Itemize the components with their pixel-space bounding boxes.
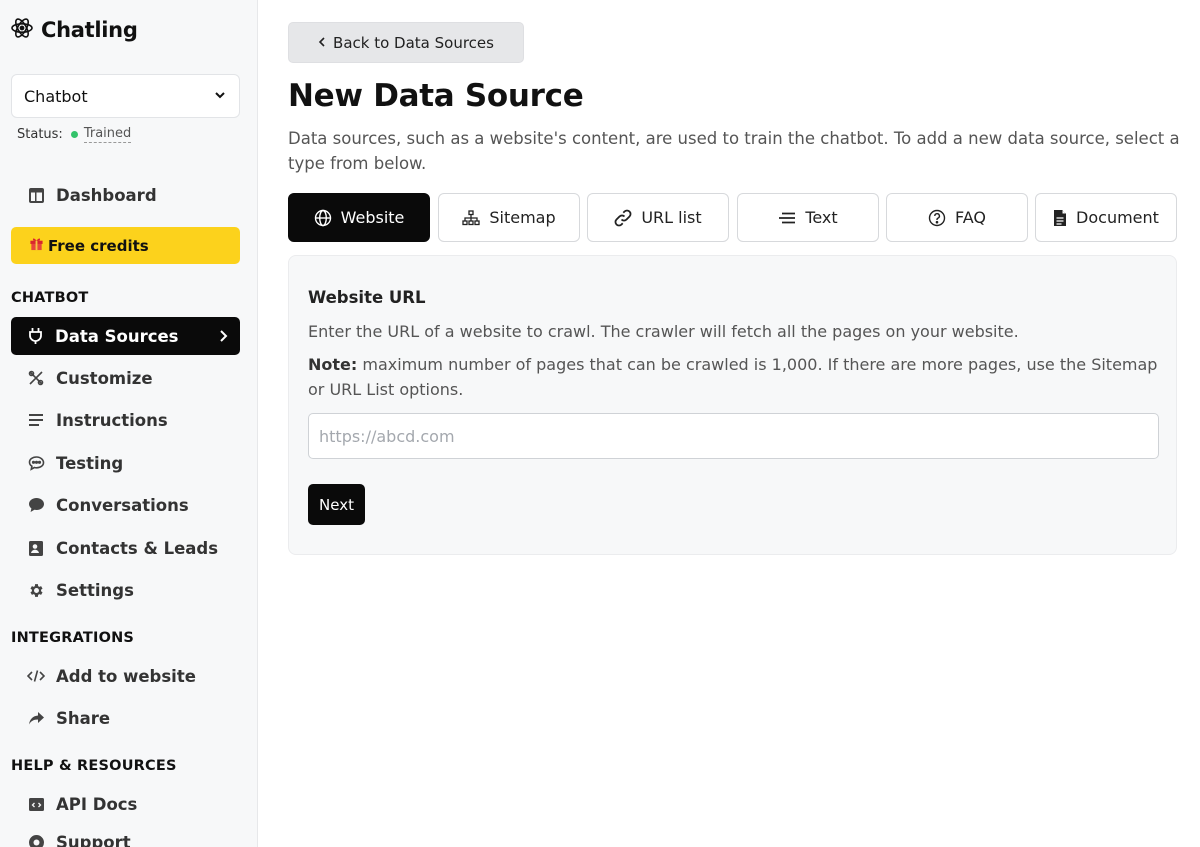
free-credits-label: Free credits bbox=[48, 236, 149, 255]
globe-icon bbox=[314, 209, 332, 227]
chevron-right-icon bbox=[218, 328, 228, 347]
nav-share[interactable]: Share bbox=[11, 699, 240, 737]
website-url-input[interactable] bbox=[308, 413, 1159, 459]
tab-website[interactable]: Website bbox=[288, 193, 430, 242]
plug-icon bbox=[26, 327, 44, 345]
brand[interactable]: Chatling bbox=[10, 16, 138, 44]
code-icon bbox=[27, 667, 45, 685]
nav-data-sources-label: Data Sources bbox=[55, 326, 179, 346]
tab-url-list[interactable]: URL list bbox=[587, 193, 729, 242]
back-to-data-sources-button[interactable]: Back to Data Sources bbox=[288, 22, 524, 63]
card-description: Enter the URL of a website to crawl. The… bbox=[308, 322, 1019, 341]
nav-data-sources[interactable]: Data Sources bbox=[11, 317, 240, 355]
page-description: Data sources, such as a website's conten… bbox=[288, 129, 1180, 173]
note-label: Note: bbox=[308, 355, 358, 374]
api-icon bbox=[27, 795, 45, 813]
free-credits-button[interactable]: Free credits bbox=[11, 227, 240, 264]
nav-settings[interactable]: Settings bbox=[11, 571, 240, 609]
nav-api-docs[interactable]: API Docs bbox=[11, 785, 240, 823]
tab-document[interactable]: Document bbox=[1035, 193, 1177, 242]
tab-website-label: Website bbox=[340, 208, 405, 227]
chevron-left-icon bbox=[318, 34, 326, 52]
chatbot-select-value: Chatbot bbox=[24, 86, 88, 106]
tab-document-label: Document bbox=[1076, 208, 1159, 227]
nav-support-label: Support bbox=[56, 832, 131, 847]
nav-share-label: Share bbox=[56, 708, 111, 728]
gear-icon bbox=[27, 581, 45, 599]
nav-dashboard[interactable]: Dashboard bbox=[11, 176, 240, 214]
customize-icon bbox=[27, 369, 45, 387]
lines-icon bbox=[27, 411, 45, 429]
nav-testing[interactable]: Testing bbox=[11, 444, 240, 482]
card-title: Website URL bbox=[308, 288, 426, 307]
sitemap-icon bbox=[462, 209, 481, 226]
comment-icon bbox=[27, 496, 45, 514]
nav-add-to-website-label: Add to website bbox=[56, 666, 196, 686]
document-icon bbox=[1053, 209, 1067, 227]
tab-faq[interactable]: FAQ bbox=[886, 193, 1028, 242]
chatbot-select[interactable]: Chatbot bbox=[11, 74, 240, 118]
nav-api-docs-label: API Docs bbox=[56, 794, 138, 814]
nav-add-to-website[interactable]: Add to website bbox=[11, 657, 240, 695]
nav-conversations-label: Conversations bbox=[56, 495, 189, 515]
nav-contacts-leads-label: Contacts & Leads bbox=[56, 538, 219, 558]
chat-bubble-icon bbox=[27, 454, 45, 472]
section-integrations: INTEGRATIONS bbox=[11, 630, 135, 646]
nav-instructions-label: Instructions bbox=[56, 410, 168, 430]
tab-text[interactable]: Text bbox=[737, 193, 879, 242]
status-label: Status: bbox=[17, 126, 63, 142]
dashboard-icon bbox=[27, 186, 45, 204]
tab-text-label: Text bbox=[805, 208, 838, 227]
atom-logo-icon bbox=[10, 16, 34, 44]
nav-customize[interactable]: Customize bbox=[11, 359, 240, 397]
tab-faq-label: FAQ bbox=[955, 208, 986, 227]
back-button-label: Back to Data Sources bbox=[333, 33, 494, 52]
sidebar: Chatling Chatbot Status: Trained Dashboa… bbox=[0, 0, 258, 847]
tab-sitemap[interactable]: Sitemap bbox=[438, 193, 580, 242]
nav-settings-label: Settings bbox=[56, 580, 134, 600]
nav-testing-label: Testing bbox=[56, 453, 124, 473]
card-note: Note: maximum number of pages that can b… bbox=[308, 352, 1158, 402]
nav-customize-label: Customize bbox=[56, 368, 153, 388]
gift-icon bbox=[29, 236, 44, 255]
support-icon bbox=[27, 833, 45, 847]
nav-support[interactable]: Support bbox=[11, 823, 240, 847]
status: Status: Trained bbox=[17, 125, 132, 143]
share-icon bbox=[27, 709, 45, 727]
nav-contacts-leads[interactable]: Contacts & Leads bbox=[11, 529, 240, 567]
section-help-resources: HELP & RESOURCES bbox=[11, 758, 177, 774]
tab-url-list-label: URL list bbox=[641, 208, 702, 227]
website-url-card: Website URL Enter the URL of a website t… bbox=[288, 255, 1177, 555]
section-chatbot: CHATBOT bbox=[11, 290, 89, 306]
status-dot-icon bbox=[70, 130, 78, 138]
status-value[interactable]: Trained bbox=[83, 125, 132, 143]
nav-conversations[interactable]: Conversations bbox=[11, 486, 240, 524]
chevron-down-icon bbox=[213, 87, 227, 106]
link-icon bbox=[614, 209, 632, 227]
brand-name: Chatling bbox=[41, 18, 138, 42]
text-lines-icon bbox=[778, 212, 796, 224]
contact-card-icon bbox=[27, 539, 45, 557]
tab-sitemap-label: Sitemap bbox=[489, 208, 556, 227]
page-title: New Data Source bbox=[288, 78, 584, 114]
question-icon bbox=[928, 209, 946, 227]
next-button[interactable]: Next bbox=[308, 484, 365, 525]
note-text: maximum number of pages that can be craw… bbox=[308, 355, 1158, 399]
nav-instructions[interactable]: Instructions bbox=[11, 401, 240, 439]
nav-dashboard-label: Dashboard bbox=[56, 185, 157, 205]
